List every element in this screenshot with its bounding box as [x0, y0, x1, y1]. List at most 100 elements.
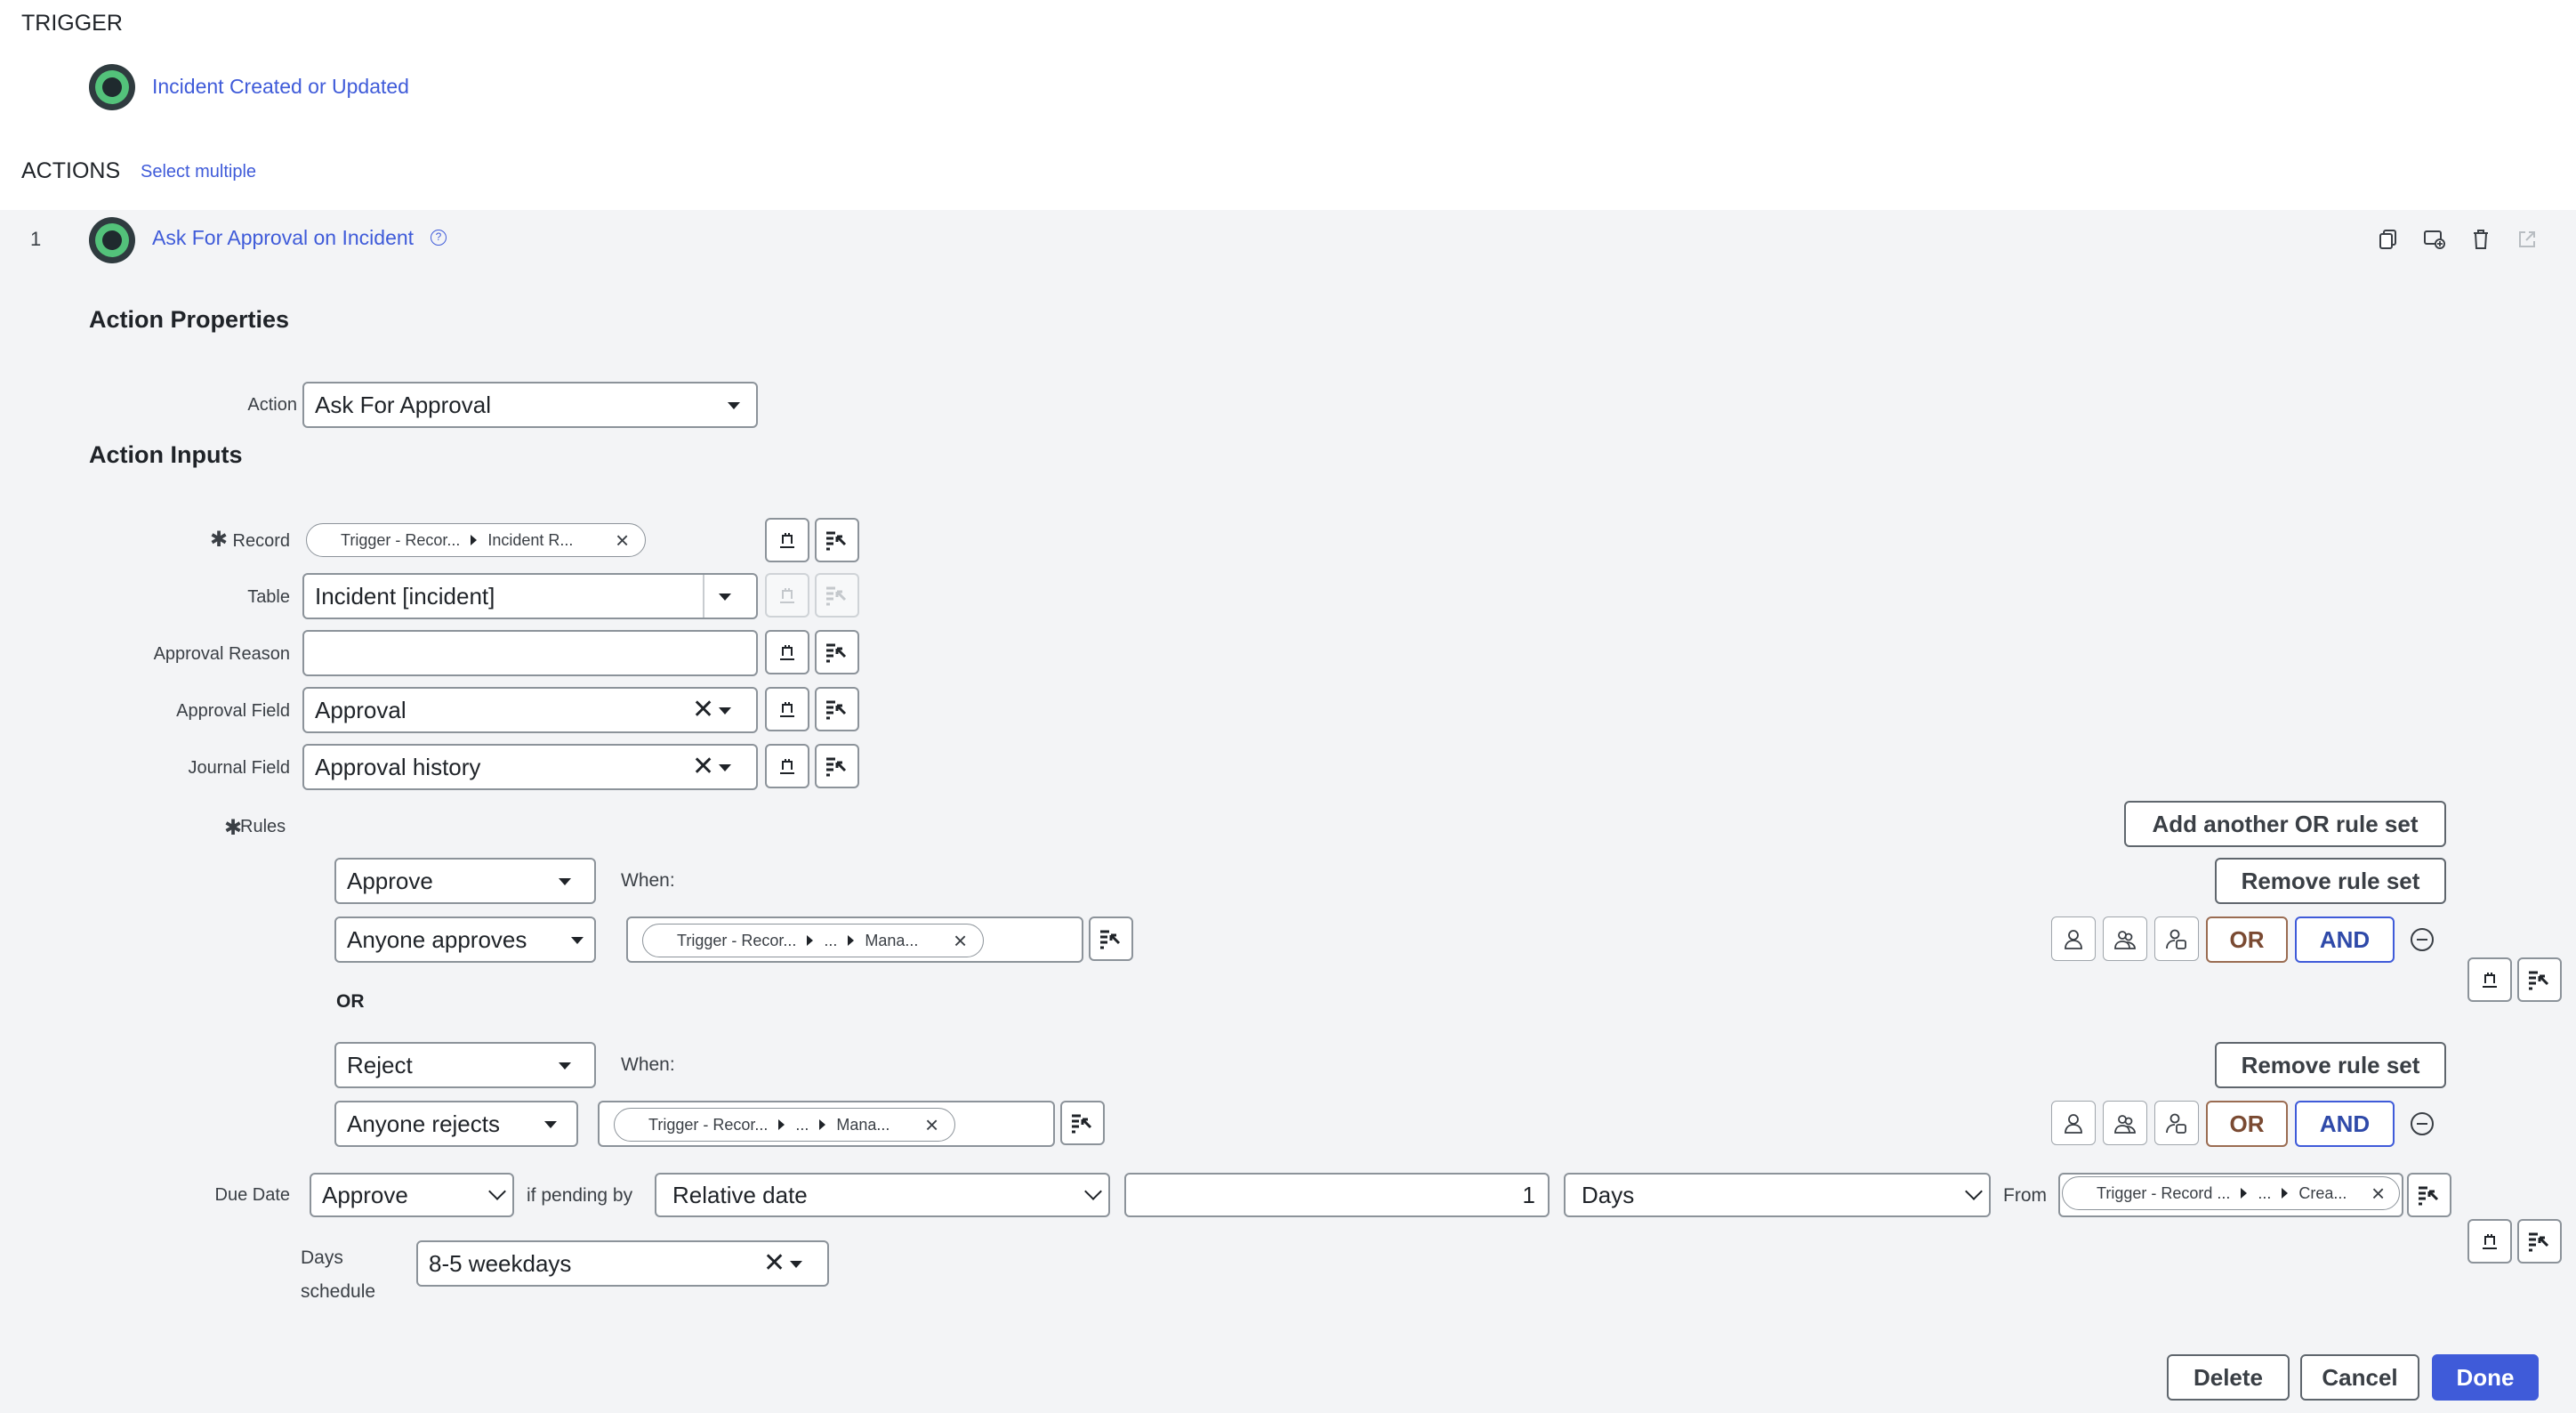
required-asterisk-icon: ✱: [210, 528, 229, 552]
rule2-pill-remove-icon[interactable]: ×: [925, 1113, 938, 1136]
or-separator: OR: [336, 991, 365, 1012]
group-icon[interactable]: [2103, 916, 2147, 961]
days-schedule-value: 8-5 weekdays: [429, 1249, 572, 1277]
script-toggle-button[interactable]: [2517, 957, 2562, 1002]
record-pill-part1: Trigger - Recor...: [341, 530, 461, 549]
caret-right-icon: [807, 935, 814, 946]
group-icon[interactable]: [2103, 1101, 2147, 1145]
journal-field-label: Journal Field: [188, 758, 290, 778]
chevron-down-icon: [728, 402, 740, 409]
approval-reason-input[interactable]: [302, 630, 758, 676]
open-external-icon[interactable]: [2516, 228, 2539, 251]
trigger-name-link[interactable]: Incident Created or Updated: [152, 75, 409, 99]
action-properties-title: Action Properties: [89, 306, 290, 333]
chevron-down-icon: [790, 1261, 802, 1268]
rule1-condition-select[interactable]: Anyone approves: [334, 916, 596, 963]
rule1-pill-remove-icon[interactable]: ×: [954, 929, 967, 952]
user-icon[interactable]: [2051, 916, 2096, 961]
rule2-data-pill[interactable]: Trigger - Recor...... Mana...: [614, 1108, 955, 1142]
table-select[interactable]: Incident [incident]: [302, 573, 758, 619]
remove-rule-set-button[interactable]: Remove rule set: [2215, 1042, 2446, 1088]
delete-button[interactable]: Delete: [2167, 1354, 2290, 1401]
chevron-down-icon: [719, 593, 731, 601]
action-label: Action: [247, 395, 297, 415]
data-pill-picker-button[interactable]: [765, 630, 809, 674]
record-pill-remove-icon[interactable]: ×: [616, 529, 629, 552]
rule1-when-label: When:: [621, 870, 675, 891]
cancel-button[interactable]: Cancel: [2300, 1354, 2419, 1401]
chevron-down-icon: [544, 1121, 557, 1128]
rule1-action-value: Approve: [347, 867, 433, 894]
and-button[interactable]: AND: [2295, 916, 2395, 963]
done-button[interactable]: Done: [2432, 1354, 2539, 1401]
rule2-action-select[interactable]: Reject: [334, 1042, 596, 1088]
caret-right-icon: [2282, 1188, 2289, 1199]
table-label: Table: [247, 587, 290, 607]
caret-right-icon: [848, 935, 855, 946]
script-toggle-button[interactable]: [2517, 1219, 2562, 1264]
script-toggle-button[interactable]: [815, 744, 859, 788]
caret-right-icon: [471, 535, 478, 545]
or-button[interactable]: OR: [2206, 1101, 2288, 1147]
or-button[interactable]: OR: [2206, 916, 2288, 963]
due-date-type-select[interactable]: Relative date: [655, 1173, 1110, 1217]
action-select[interactable]: Ask For Approval: [302, 382, 758, 428]
data-pill-picker-button-disabled: [765, 573, 809, 618]
record-pill-part2: Incident R...: [487, 530, 574, 549]
rule2-condition-select[interactable]: Anyone rejects: [334, 1101, 578, 1147]
rule1-condition-value: Anyone approves: [347, 925, 527, 953]
record-data-pill[interactable]: Trigger - Recor... Incident R...: [306, 523, 646, 557]
days-schedule-label-line2: schedule: [301, 1281, 376, 1302]
add-comment-icon[interactable]: [2423, 228, 2446, 251]
user-manual-icon[interactable]: [2154, 1101, 2199, 1145]
due-date-amount-input[interactable]: 1: [1124, 1173, 1550, 1217]
due-date-unit-select[interactable]: Days: [1564, 1173, 1991, 1217]
due-date-pill-part3: Crea...: [2298, 1183, 2347, 1202]
remove-condition-icon[interactable]: [2411, 1112, 2434, 1135]
rule1-data-pill[interactable]: Trigger - Recor...... Mana...: [642, 924, 984, 957]
rule1-action-select[interactable]: Approve: [334, 858, 596, 904]
due-date-from-data-pill[interactable]: Trigger - Record ...... Crea...: [2062, 1176, 2400, 1210]
clear-icon[interactable]: ✕: [692, 754, 714, 780]
script-toggle-button[interactable]: [2407, 1173, 2451, 1217]
journal-field-select[interactable]: Approval history: [302, 744, 758, 790]
data-pill-picker-button[interactable]: [2467, 957, 2512, 1002]
action-item-name-link[interactable]: Ask For Approval on Incident: [152, 226, 414, 250]
rules-label: Rules: [240, 817, 286, 836]
help-icon[interactable]: ?: [431, 230, 447, 246]
script-toggle-button[interactable]: [815, 518, 859, 562]
remove-condition-icon[interactable]: [2411, 928, 2434, 951]
script-toggle-button[interactable]: [1089, 916, 1133, 961]
clear-icon[interactable]: ✕: [692, 697, 714, 723]
rule2-pill-part1: Trigger - Recor...: [648, 1115, 769, 1134]
data-pill-picker-button[interactable]: [765, 744, 809, 788]
from-label: From: [2003, 1185, 2047, 1206]
clear-icon[interactable]: ✕: [763, 1250, 785, 1277]
data-pill-picker-button[interactable]: [765, 518, 809, 562]
chevron-down-icon: [571, 937, 584, 944]
user-manual-icon[interactable]: [2154, 916, 2199, 961]
rule2-pill-part3: Mana...: [836, 1115, 890, 1134]
chevron-down-icon: [559, 1062, 571, 1070]
days-schedule-label-line1: Days: [301, 1247, 343, 1268]
table-select-value: Incident [incident]: [315, 582, 495, 610]
select-multiple-link[interactable]: Select multiple: [141, 162, 256, 182]
script-toggle-button-disabled: [815, 573, 859, 618]
and-button[interactable]: AND: [2295, 1101, 2395, 1147]
delete-icon[interactable]: [2469, 228, 2492, 251]
copy-icon[interactable]: [2377, 228, 2400, 251]
trigger-section-title: TRIGGER: [21, 11, 123, 36]
script-toggle-button[interactable]: [815, 687, 859, 731]
due-date-pill-part1: Trigger - Record ...: [2097, 1183, 2231, 1202]
data-pill-picker-button[interactable]: [765, 687, 809, 731]
script-toggle-button[interactable]: [1060, 1101, 1105, 1145]
add-or-rule-set-button[interactable]: Add another OR rule set: [2124, 801, 2446, 847]
script-toggle-button[interactable]: [815, 630, 859, 674]
remove-rule-set-button[interactable]: Remove rule set: [2215, 858, 2446, 904]
user-icon[interactable]: [2051, 1101, 2096, 1145]
approval-field-select[interactable]: Approval: [302, 687, 758, 733]
chevron-down-icon: [559, 878, 571, 885]
data-pill-picker-button[interactable]: [2467, 1219, 2512, 1264]
due-date-action-select[interactable]: Approve: [310, 1173, 514, 1217]
due-date-pill-remove-icon[interactable]: ×: [2371, 1182, 2385, 1205]
